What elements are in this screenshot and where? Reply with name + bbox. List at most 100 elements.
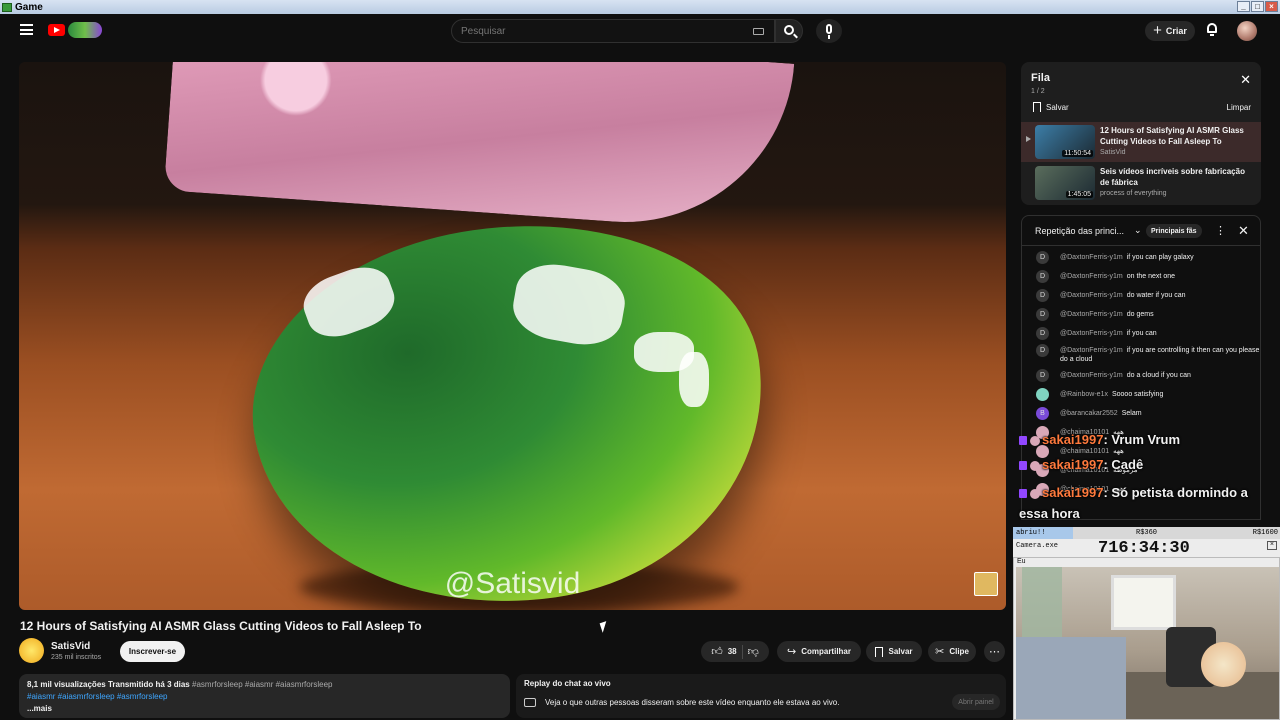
plus-icon: + (1153, 22, 1162, 39)
chat-avatar[interactable]: B (1036, 407, 1049, 420)
channel-watermark-icon[interactable] (974, 572, 998, 596)
chat-author[interactable]: @DaxtonFerris-y1m (1060, 292, 1123, 299)
queue-thumbnail[interactable]: 1:45:05 (1035, 166, 1095, 200)
chat-author[interactable]: @DaxtonFerris-y1m (1060, 273, 1123, 280)
search-input[interactable] (452, 20, 774, 42)
chat-icon (524, 698, 536, 707)
chat-avatar[interactable]: D (1036, 251, 1049, 264)
chat-avatar[interactable] (1036, 388, 1049, 401)
stream-timer-bar: Camera.exe 716:34:30 × (1013, 539, 1280, 558)
duration-badge: 1:45:05 (1065, 191, 1093, 198)
chat-author[interactable]: @DaxtonFerris-y1m (1060, 330, 1123, 337)
queue-item[interactable]: 1:45:05 Seis vídeos incríveis sobre fabri… (1021, 163, 1261, 203)
chat-avatar[interactable]: D (1036, 270, 1049, 283)
video-player[interactable]: @Satisvid (19, 62, 1006, 610)
account-avatar[interactable] (1237, 21, 1257, 41)
description-tags: #asmrforsleep #aiasmr #aiasmrforsleep (192, 680, 333, 689)
channel-avatar[interactable] (19, 638, 44, 663)
twitch-badge-icon (1019, 461, 1027, 471)
duration-badge: 11:50:54 (1062, 150, 1093, 157)
video-title: 12 Hours of Satisfying AI ASMR Glass Cut… (20, 619, 422, 633)
twitch-badge-icon (1019, 489, 1027, 499)
like-icon[interactable]: 👍︎ (711, 645, 723, 658)
close-queue-icon[interactable]: ✕ (1240, 72, 1251, 88)
replay-title: Replay do chat ao vivo (524, 679, 611, 688)
queue-count: 1 / 2 (1031, 88, 1045, 95)
chat-text: on the next one (1126, 273, 1175, 280)
save-label: Salvar (888, 647, 913, 656)
search-box (451, 19, 775, 43)
create-button[interactable]: + Criar (1145, 21, 1195, 41)
scissors-icon: ✂ (935, 646, 945, 658)
queue-item[interactable]: 11:50:54 12 Hours of Satisfying AI ASMR G… (1021, 122, 1261, 162)
queue-thumbnail[interactable]: 11:50:54 (1035, 125, 1095, 159)
hamburger-menu-icon[interactable] (20, 24, 33, 35)
chat-author[interactable]: @DaxtonFerris-y1m (1060, 372, 1123, 379)
close-camera-icon[interactable]: × (1267, 541, 1277, 550)
window-title: Game (15, 1, 43, 13)
chat-avatar[interactable]: D (1036, 308, 1049, 321)
live-chat-replay-box: Replay do chat ao vivo Veja o que outras… (516, 674, 1006, 718)
queue-clear-button[interactable]: Limpar (1227, 103, 1251, 112)
share-icon: ↪ (786, 646, 797, 658)
overlay-text: : Vrum Vrum (1103, 432, 1181, 447)
channel-name[interactable]: SatisVid (51, 641, 90, 652)
camera-window-title: Camera.exe (1016, 542, 1059, 550)
minimize-button[interactable]: _ (1237, 1, 1250, 12)
subscribe-button[interactable]: Inscrever-se (120, 641, 185, 662)
chat-author[interactable]: @DaxtonFerris-y1m (1060, 311, 1123, 318)
chat-mode-label[interactable]: Repetição das princi... (1035, 226, 1124, 236)
donation-label: abriu!! (1016, 529, 1046, 537)
close-chat-icon[interactable]: ✕ (1238, 223, 1249, 239)
like-count[interactable]: 38 (728, 647, 737, 656)
open-panel-button[interactable]: Abrir painel (952, 694, 1000, 710)
show-more-link[interactable]: ...mais (27, 704, 52, 713)
chat-avatar[interactable]: D (1036, 327, 1049, 340)
top-fans-badge[interactable]: Principais fãs (1146, 224, 1202, 238)
queue-save-button[interactable]: Salvar (1033, 102, 1069, 112)
queue-item-channel: SatisVid (1100, 149, 1126, 156)
like-dislike-group: 👍︎ 38 👎︎ (701, 641, 769, 662)
video-description[interactable]: 8,1 mil visualizações Transmitido há 3 d… (19, 674, 510, 718)
webcam-feed (1016, 567, 1279, 719)
window-titlebar: Game _ □ × (0, 0, 1280, 14)
queue-title: Fila (1031, 72, 1050, 84)
chat-options-icon[interactable]: ⋮ (1215, 224, 1226, 237)
maximize-button[interactable]: □ (1251, 1, 1264, 12)
hashtag-links[interactable]: #aiasmr #aiasmrforsleep #asmrforsleep (27, 691, 502, 703)
share-button[interactable]: ↪ Compartilhar (777, 641, 861, 662)
microphone-icon (826, 24, 832, 34)
dislike-icon[interactable]: 👎︎ (748, 645, 759, 658)
chat-avatar[interactable]: D (1036, 344, 1049, 357)
voice-search-button[interactable] (816, 19, 842, 43)
queue-item-title[interactable]: Seis vídeos incríveis sobre fabricação d… (1100, 166, 1255, 188)
search-button[interactable] (775, 19, 803, 43)
chat-author[interactable]: @DaxtonFerris-y1m (1060, 347, 1123, 354)
app-icon (2, 2, 12, 12)
goal-target: R$1600 (1252, 529, 1278, 537)
more-actions-button[interactable]: ⋯ (984, 641, 1005, 662)
chat-author[interactable]: @DaxtonFerris-y1m (1060, 254, 1123, 261)
goal-current: R$360 (1136, 529, 1158, 537)
save-button[interactable]: Salvar (866, 641, 922, 662)
chat-author[interactable]: @Rainbow-e1x (1060, 391, 1108, 398)
chat-avatar[interactable]: D (1036, 289, 1049, 302)
create-label: Criar (1165, 26, 1187, 36)
chat-avatar[interactable]: D (1036, 369, 1049, 382)
chevron-down-icon[interactable]: ⌄ (1134, 225, 1142, 236)
more-icon: ⋯ (989, 646, 1000, 658)
queue-item-title[interactable]: 12 Hours of Satisfying AI ASMR Glass Cut… (1100, 125, 1255, 147)
notifications-bell-icon[interactable] (1206, 23, 1218, 37)
webcam-window: Eu (1013, 557, 1280, 720)
clip-button[interactable]: ✂ Clipe (928, 641, 976, 662)
keyboard-icon[interactable] (753, 28, 764, 35)
stream-overlay-message: sakai1997: Vrum Vrum (1019, 432, 1280, 456)
overlay-username: sakai1997 (1042, 485, 1104, 500)
close-window-button[interactable]: × (1265, 1, 1278, 12)
chat-text: do a cloud if you can (1126, 372, 1191, 379)
stream-date: Transmitido há 3 dias (107, 680, 190, 689)
youtube-play-icon (48, 24, 65, 36)
youtube-logo[interactable] (48, 22, 102, 38)
subscriber-count: 235 mil inscritos (51, 654, 102, 661)
chat-author[interactable]: @barancakar2552 (1060, 410, 1118, 417)
